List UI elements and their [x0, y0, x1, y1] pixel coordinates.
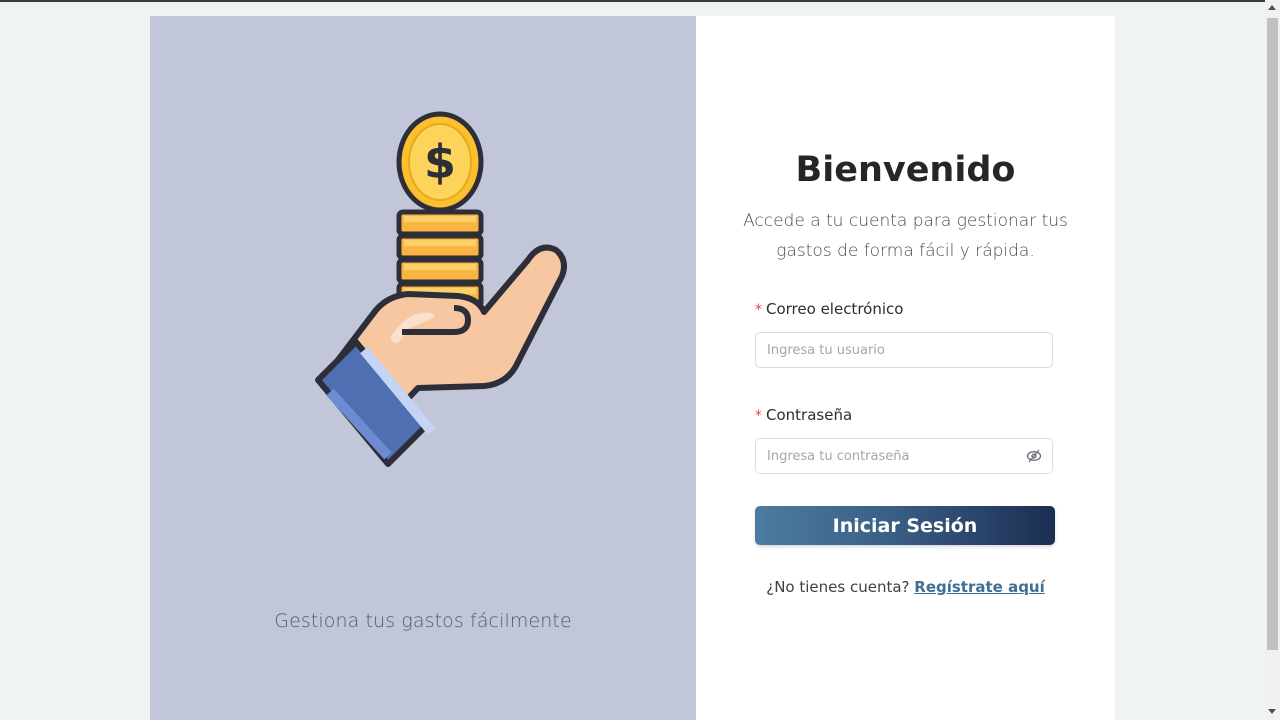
hero-caption: Gestiona tus gastos fácilmente — [274, 610, 572, 632]
password-field-container — [755, 438, 1053, 474]
page-scrollbar[interactable] — [1265, 0, 1280, 720]
page-subtitle: Accede a tu cuenta para gestionar tus ga… — [743, 211, 1068, 261]
signup-row: ¿No tienes cuenta? Regístrate aquí — [696, 578, 1115, 596]
email-field[interactable] — [756, 333, 1017, 367]
scroll-thumb[interactable] — [1267, 18, 1278, 650]
scroll-down-icon[interactable] — [1268, 709, 1276, 714]
scroll-up-icon[interactable] — [1268, 5, 1276, 10]
password-field[interactable] — [756, 439, 1017, 473]
password-label-text: Contraseña — [766, 406, 853, 424]
login-button[interactable]: Iniciar Sesión — [755, 506, 1055, 545]
hand-holding-coins-icon: $ — [315, 111, 567, 467]
required-mark: * — [755, 408, 762, 424]
login-panel: Bienvenido Accede a tu cuenta para gesti… — [696, 16, 1115, 720]
signup-link[interactable]: Regístrate aquí — [914, 578, 1044, 596]
email-label-text: Correo electrónico — [766, 300, 904, 318]
svg-text:$: $ — [424, 135, 456, 189]
password-label: * Contraseña — [755, 406, 852, 424]
browser-top-border — [0, 0, 1280, 2]
login-card: $ Gestiona tus gastos fácilmente Bienven… — [150, 16, 1115, 720]
required-mark: * — [755, 302, 762, 318]
hero-panel: $ Gestiona tus gastos fácilmente — [150, 16, 696, 720]
signup-prompt: ¿No tienes cuenta? — [766, 578, 910, 596]
email-label: * Correo electrónico — [755, 300, 903, 318]
eye-off-icon[interactable] — [1026, 448, 1042, 464]
email-field-container — [755, 332, 1053, 368]
page-title: Bienvenido — [795, 150, 1016, 190]
